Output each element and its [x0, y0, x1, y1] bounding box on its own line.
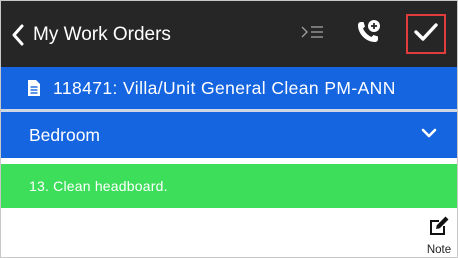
section-label: Bedroom — [29, 124, 101, 145]
back-label: My Work Orders — [33, 24, 171, 45]
checkmark-icon — [414, 22, 438, 47]
collapse-list-icon — [301, 24, 325, 45]
app-frame: My Work Orders 118471: Villa/Unit Genera… — [0, 0, 458, 258]
collapse-list-button[interactable] — [299, 23, 327, 45]
work-order-title-bar: 118471: Villa/Unit General Clean PM-ANN — [1, 67, 457, 109]
chevron-left-icon — [11, 24, 25, 46]
document-icon — [27, 79, 41, 97]
edit-note-icon — [428, 215, 450, 242]
top-navigation-bar: My Work Orders — [1, 1, 457, 67]
note-button[interactable]: Note — [423, 215, 455, 256]
call-button[interactable] — [353, 19, 383, 49]
complete-button[interactable] — [406, 14, 446, 54]
chevron-down-icon — [421, 128, 437, 139]
task-label: 13. Clean headboard. — [29, 178, 168, 194]
work-order-title: 118471: Villa/Unit General Clean PM-ANN — [53, 77, 396, 98]
task-item[interactable]: 13. Clean headboard. — [1, 164, 457, 208]
note-label: Note — [426, 244, 452, 256]
back-button[interactable]: My Work Orders — [11, 18, 171, 52]
section-header-bedroom[interactable]: Bedroom — [1, 112, 457, 158]
phone-add-icon — [354, 18, 382, 51]
